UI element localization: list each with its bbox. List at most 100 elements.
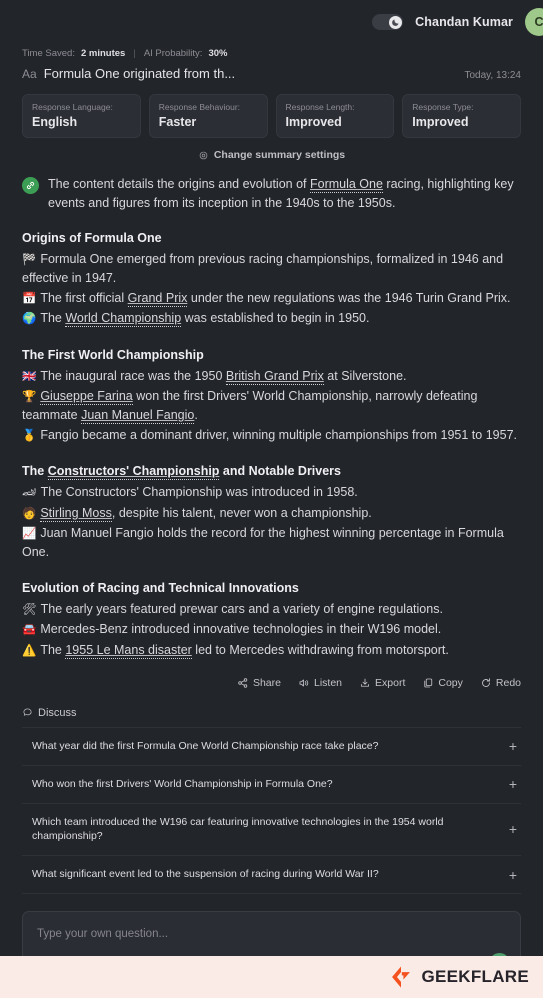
summary-section: The Constructors' Championship and Notab… <box>22 462 521 562</box>
bullet-item: 📅 The first official Grand Prix under the… <box>22 289 521 308</box>
setting-card-label: Response Language: <box>32 102 113 112</box>
app-root: Chandan Kumar C Time Saved: 2 minutes | … <box>0 0 543 998</box>
bullet-emoji-icon: 🌍 <box>22 313 37 326</box>
discuss-question-row[interactable]: Which team introduced the W196 car featu… <box>22 804 521 857</box>
summary-intro: The content details the origins and evol… <box>22 175 521 212</box>
share-icon <box>238 678 248 688</box>
bullet-emoji-icon: 🏎 <box>22 487 37 500</box>
action-label: Listen <box>313 676 343 689</box>
summary-panel: The content details the origins and evol… <box>0 161 543 661</box>
text-run: The <box>40 642 66 657</box>
text-run: and Notable Drivers <box>219 464 342 479</box>
bullet-item: 🏆 Giuseppe Farina won the first Drivers' … <box>22 387 521 425</box>
bullet-item: 🏎 The Constructors' Championship was intr… <box>22 483 521 502</box>
entity-link[interactable]: Giuseppe Farina <box>40 389 133 405</box>
bullet-emoji-icon: 📅 <box>22 293 37 306</box>
footer-logo-text: GEEKFLARE <box>421 967 529 986</box>
entity-link[interactable]: British Grand Prix <box>225 368 324 385</box>
redo-icon <box>481 678 490 687</box>
export-button[interactable]: Export <box>359 677 405 689</box>
bullet-list: 🏁 Formula One emerged from previous racin… <box>22 250 521 329</box>
setting-card-value: Improved <box>285 115 342 129</box>
settings-cards: Response Language: English Response Behavi… <box>0 81 543 138</box>
discuss-question-row[interactable]: Who won the first Drivers' World Champio… <box>22 766 521 804</box>
page-title: Formula One originated from th... <box>43 66 236 81</box>
entity-link[interactable]: Grand Prix <box>127 291 188 308</box>
bullet-emoji-icon: ⚠️ <box>22 644 37 657</box>
discuss-question-text: Which team introduced the W196 car featu… <box>32 815 444 843</box>
export-download-icon <box>361 678 369 687</box>
brand-link-icon <box>22 177 39 194</box>
action-label: Redo <box>495 676 521 689</box>
expand-plus-icon[interactable]: + <box>509 777 517 791</box>
discuss-questions: What year did the first Formula One Worl… <box>0 719 543 895</box>
bullet-item: 🚘 Mercedes-Benz introduced innovative tec… <box>22 620 521 639</box>
text-run: The Constructors' Championship was intro… <box>40 485 358 500</box>
section-heading: Evolution of Racing and Technical Innova… <box>22 580 299 595</box>
share-button[interactable]: Share <box>237 677 281 689</box>
expand-plus-icon[interactable]: + <box>509 822 517 836</box>
user-name: Chandan Kumar <box>415 15 513 29</box>
question-input[interactable] <box>37 928 506 941</box>
setting-card-value: Improved <box>412 115 469 129</box>
ai-probability-label: AI Probability: <box>143 48 203 59</box>
text-run: . <box>194 408 198 423</box>
entity-link[interactable]: Formula One <box>309 177 383 193</box>
entity-link[interactable]: World Championship <box>65 311 182 328</box>
discuss-question-row[interactable]: What significant event led to the suspen… <box>22 856 521 895</box>
change-summary-settings-button[interactable]: Change summary settings <box>0 149 543 161</box>
copy-button[interactable]: Copy <box>422 677 463 689</box>
top-bar: Chandan Kumar C <box>0 0 543 44</box>
footer: GEEKFLARE <box>0 956 543 998</box>
summary-section: Evolution of Racing and Technical Innova… <box>22 579 521 660</box>
summary-section: The First World Championship 🇬🇧 The inaugu… <box>22 346 521 446</box>
bullet-item: 🥇 Fangio became a dominant driver, winnin… <box>22 426 521 445</box>
font-size-icon: Aa <box>22 67 37 81</box>
setting-card-value: English <box>32 115 78 129</box>
expand-plus-icon[interactable]: + <box>509 739 517 753</box>
text-run: The <box>22 464 48 479</box>
gear-icon <box>199 151 208 159</box>
bullet-emoji-icon: 🇬🇧 <box>22 370 37 383</box>
bullet-emoji-icon: 🏆 <box>22 391 37 403</box>
entity-link[interactable]: Stirling Moss <box>40 505 112 522</box>
setting-card[interactable]: Response Type: Improved <box>402 94 521 138</box>
listen-button[interactable]: Listen <box>298 677 342 689</box>
text-run: Mercedes-Benz introduced innovative tech… <box>40 622 442 637</box>
discuss-question-text: What significant event led to the suspen… <box>32 868 379 881</box>
copy-icon <box>424 678 433 688</box>
text-run: was established to begin in 1950. <box>181 311 370 326</box>
entity-link[interactable]: Juan Manuel Fangio <box>81 408 195 425</box>
entity-link[interactable]: 1955 Le Mans disaster <box>65 642 192 659</box>
time-saved-value: 2 minutes <box>80 48 126 59</box>
setting-card[interactable]: Response Language: English <box>22 94 141 138</box>
discuss-header: Discuss <box>0 689 543 719</box>
bullet-item: 📈 Juan Manuel Fangio holds the record for… <box>22 524 521 562</box>
summary-intro-text: The content details the origins and evol… <box>48 175 521 212</box>
discuss-question-row[interactable]: What year did the first Formula One Worl… <box>22 726 521 766</box>
bullet-emoji-icon: 🛠 <box>22 604 37 616</box>
entity-link[interactable]: Constructors' Championship <box>47 464 220 481</box>
section-heading: The Constructors' Championship and Notab… <box>22 462 521 481</box>
text-run: , despite his talent, never won a champi… <box>111 505 372 520</box>
listen-speaker-icon <box>299 679 309 687</box>
avatar[interactable]: C <box>525 8 543 36</box>
bullet-item: 🌍 The World Championship was established … <box>22 309 521 328</box>
setting-card[interactable]: Response Behaviour: Faster <box>148 94 268 138</box>
action-label: Share <box>252 676 281 689</box>
geekflare-mark-icon <box>392 966 411 988</box>
text-run: The inaugural race was the 1950 <box>40 368 226 383</box>
dark-mode-toggle[interactable] <box>372 14 404 30</box>
text-run: The early years featured prewar cars and… <box>40 602 443 616</box>
expand-plus-icon[interactable]: + <box>509 868 517 882</box>
change-summary-settings-label: Change summary settings <box>213 149 346 161</box>
text-run: The content details the origins and evol… <box>48 177 310 191</box>
bullet-list: 🇬🇧 The inaugural race was the 1950 Britis… <box>22 367 521 446</box>
setting-card-label: Response Behaviour: <box>158 102 241 112</box>
discuss-label: Discuss <box>38 706 77 719</box>
setting-card[interactable]: Response Length: Improved <box>275 94 395 138</box>
text-run: at Silverstone. <box>323 368 407 383</box>
text-run: led to Mercedes withdrawing from motorsp… <box>191 642 449 657</box>
redo-button[interactable]: Redo <box>480 677 521 689</box>
bullet-emoji-icon: 🥇 <box>22 430 37 442</box>
